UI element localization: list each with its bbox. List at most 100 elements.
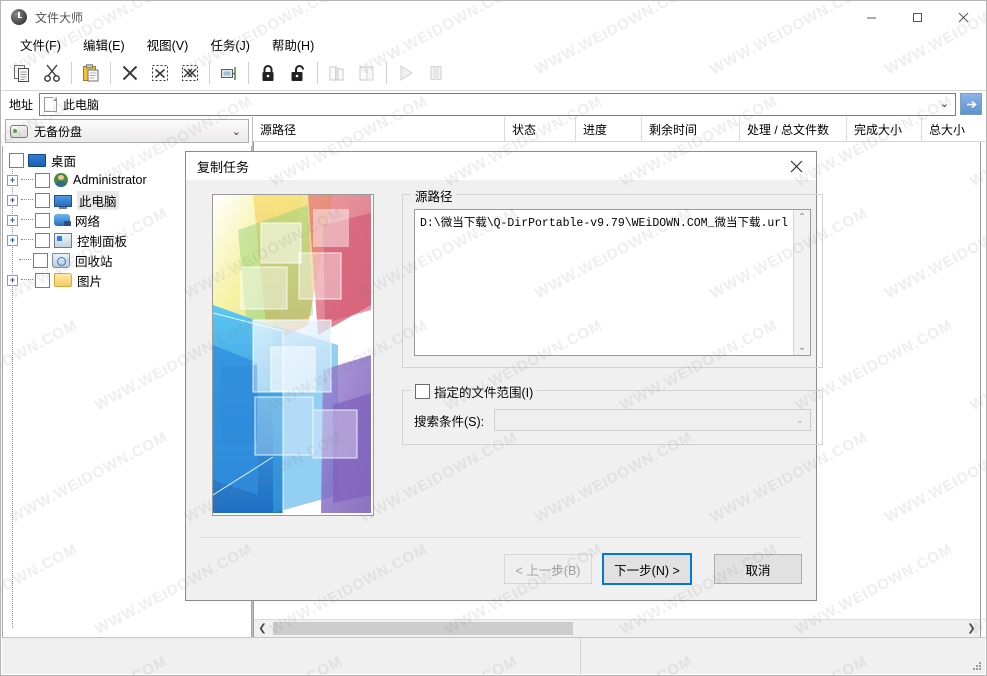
dialog-title-bar: 复制任务 [186,152,816,180]
file-range-group: 指定的文件范围(I) 搜索条件(S): ⌄ [402,382,824,445]
expander-icon[interactable]: + [7,214,18,226]
column-header-source-path[interactable]: 源路径 [253,117,505,141]
toolbar-separator [386,61,387,84]
dialog-body: 源路径 D:\微当下载\Q-DirPortable-v9.79\WEiDOWN.… [186,180,824,537]
cancel-button[interactable]: 取消 [714,554,802,584]
tree-connector [21,199,33,201]
menu-item-edit[interactable]: 编辑(E) [72,33,136,56]
chevron-down-icon[interactable]: ⌄ [940,97,949,110]
this-pc-icon [54,194,72,209]
monitor-icon [28,154,46,167]
address-label: 地址 [9,97,34,112]
menu-item-task[interactable]: 任务(J) [199,33,261,56]
window-title: 文件大师 [35,10,84,25]
play-icon[interactable] [391,58,421,88]
scroll-up-arrow-icon[interactable]: ⌃ [798,212,806,223]
toolbar [1,55,986,91]
status-pane-right [581,638,985,674]
column-header-done-size[interactable]: 完成大小 [847,117,922,141]
file-range-label: 指定的文件范围(I) [434,386,534,400]
paste-icon[interactable] [76,58,106,88]
unzip-folder-icon[interactable] [352,58,382,88]
recycle-bin-icon [52,252,70,268]
address-bar: 地址 此电脑 ⌄ [1,91,986,117]
expander-icon[interactable]: + [7,274,18,286]
rename-icon[interactable] [214,58,244,88]
clock-icon [11,9,27,25]
scroll-left-arrow-icon[interactable]: ❮ [254,620,271,637]
next-button[interactable]: 下一步(N) > [602,553,692,585]
folder-icon [54,273,72,287]
vertical-scrollbar[interactable]: ⌃ ⌄ [793,210,811,355]
file-range-checkbox-row[interactable]: 指定的文件范围(I) [411,382,538,401]
search-condition-row: 搜索条件(S): ⌄ [414,405,812,433]
tree-item-label: 网络 [75,214,101,229]
tree-checkbox[interactable] [9,152,24,168]
tree-checkbox[interactable] [35,212,50,228]
toolbar-separator [317,61,318,84]
close-icon[interactable] [776,152,816,180]
status-pane-left [2,638,581,674]
expander-icon[interactable]: + [7,194,18,206]
lock-icon[interactable] [253,58,283,88]
tree-item-label: 此电脑 [77,190,119,210]
menu-bar: 文件(F) 编辑(E) 视图(V) 任务(J) 帮助(H) [1,33,986,55]
column-header-status[interactable]: 状态 [505,117,576,141]
tree-checkbox[interactable] [35,232,50,248]
horizontal-scrollbar[interactable]: ❮ ❯ [254,619,980,637]
tree-checkbox[interactable] [35,192,50,208]
user-icon [54,173,68,187]
dialog-title: 复制任务 [197,159,250,175]
search-condition-combo[interactable]: ⌄ [494,409,812,431]
unlock-icon[interactable] [283,58,313,88]
column-header-time-left[interactable]: 剩余时间 [642,117,740,141]
menu-item-view[interactable]: 视图(V) [136,33,200,56]
delete-selection-icon[interactable] [145,58,175,88]
status-bar [2,637,985,674]
source-path-textarea[interactable]: D:\微当下载\Q-DirPortable-v9.79\WEiDOWN.COM_… [414,209,812,356]
scrollbar-thumb[interactable] [273,622,573,635]
expander-icon[interactable]: + [7,234,18,246]
tree-checkbox[interactable] [35,172,50,188]
toolbar-separator [248,61,249,84]
zip-folder-icon[interactable] [322,58,352,88]
go-arrow-icon[interactable] [960,93,982,115]
toolbar-separator [71,61,72,84]
tree-checkbox[interactable] [33,252,48,268]
column-header-progress[interactable]: 进度 [576,117,642,141]
delete-icon[interactable] [115,58,145,88]
scroll-down-arrow-icon[interactable]: ⌄ [798,342,806,353]
menu-item-help[interactable]: 帮助(H) [261,33,325,56]
title-bar: 文件大师 [1,1,986,33]
backup-drive-combo[interactable]: 无备份盘 ⌄ [5,119,249,143]
copy-task-dialog: 复制任务 源路径 D:\微当下载\Q-DirPortable-v9.79\WEi… [185,151,824,601]
column-header-file-count[interactable]: 处理 / 总文件数 [740,117,847,141]
tree-connector [21,179,33,181]
address-input[interactable]: 此电脑 ⌄ [39,92,956,116]
file-range-checkbox[interactable] [415,384,430,399]
maximize-button[interactable] [894,1,940,33]
toolbar-separator [110,61,111,84]
pause-icon[interactable] [421,58,451,88]
back-button[interactable]: < 上一步(B) [504,554,592,584]
tree-item-label: Administrator [73,173,147,187]
tree-connector [21,279,33,281]
tree-item-label: 图片 [77,274,103,289]
delete-all-icon[interactable] [175,58,205,88]
minimize-button[interactable] [848,1,894,33]
abstract-cubes-illustration [212,194,374,516]
cut-icon[interactable] [37,58,67,88]
copy-icon[interactable] [7,58,37,88]
column-header-total-size[interactable]: 总大小 [922,117,985,141]
scroll-right-arrow-icon[interactable]: ❯ [963,620,980,637]
network-icon [54,214,71,226]
tree-item-label: 桌面 [51,154,77,169]
tree-checkbox[interactable] [35,272,50,288]
menu-item-file[interactable]: 文件(F) [9,33,72,56]
expander-icon[interactable]: + [7,174,18,186]
source-path-group: 源路径 D:\微当下载\Q-DirPortable-v9.79\WEiDOWN.… [402,186,824,368]
tree-item-label: 控制面板 [77,234,128,249]
resize-grip[interactable] [971,660,983,672]
application-window: 文件大师 文件(F) 编辑(E) 视图(V) 任务(J) 帮助(H) 地址 此电… [0,0,987,676]
close-button[interactable] [940,1,986,33]
